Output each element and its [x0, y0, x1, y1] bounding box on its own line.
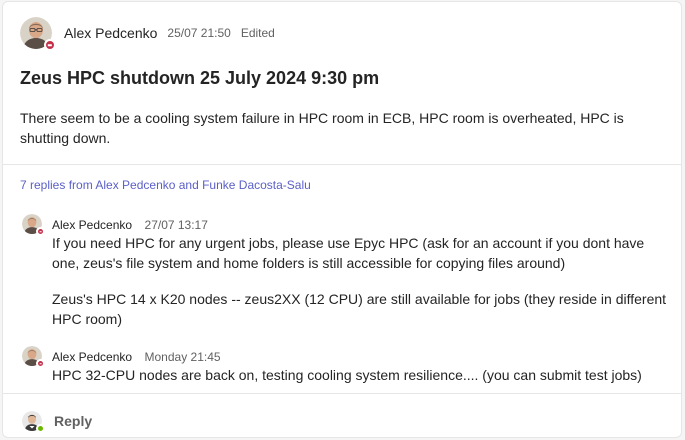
reply-author[interactable]: Alex Pedcenko [52, 218, 132, 232]
reply-button[interactable]: Reply [54, 413, 92, 429]
do-not-disturb-icon [36, 359, 45, 368]
post-body: There seem to be a cooling system failur… [20, 110, 624, 146]
reply-body: If you need HPC for any urgent jobs, ple… [52, 233, 672, 329]
edited-label: Edited [240, 26, 275, 40]
reply-meta: Alex Pedcenko 27/07 13:17 [52, 216, 208, 234]
post-author[interactable]: Alex Pedcenko [64, 25, 157, 41]
reply-paragraph: Zeus's HPC 14 x K20 nodes -- zeus2XX (12… [52, 291, 667, 327]
reply-timestamp: Monday 21:45 [144, 350, 221, 364]
do-not-disturb-icon [36, 227, 45, 236]
reply-paragraph: HPC 32-CPU nodes are back on, testing co… [52, 367, 642, 383]
divider [3, 393, 681, 394]
available-icon [36, 424, 45, 433]
message-card: Alex Pedcenko 25/07 21:50 Edited Zeus HP… [2, 1, 682, 438]
post-header: Alex Pedcenko 25/07 21:50 Edited [20, 17, 275, 51]
do-not-disturb-icon [44, 39, 56, 51]
avatar[interactable] [22, 214, 45, 236]
divider [3, 164, 681, 165]
reply-meta: Alex Pedcenko Monday 21:45 [52, 348, 221, 366]
post-subject: Zeus HPC shutdown 25 July 2024 9:30 pm [20, 68, 380, 88]
reply-author[interactable]: Alex Pedcenko [52, 350, 132, 364]
avatar[interactable] [20, 17, 56, 51]
reply-paragraph: If you need HPC for any urgent jobs, ple… [52, 235, 645, 271]
reply-body: HPC 32-CPU nodes are back on, testing co… [52, 365, 672, 385]
post-timestamp: 25/07 21:50 [167, 26, 231, 40]
replies-link[interactable]: 7 replies from Alex Pedcenko and Funke D… [20, 178, 311, 192]
avatar[interactable] [22, 346, 45, 368]
reply-bar[interactable]: Reply [22, 411, 92, 433]
avatar [22, 411, 45, 433]
reply-timestamp: 27/07 13:17 [144, 218, 208, 232]
